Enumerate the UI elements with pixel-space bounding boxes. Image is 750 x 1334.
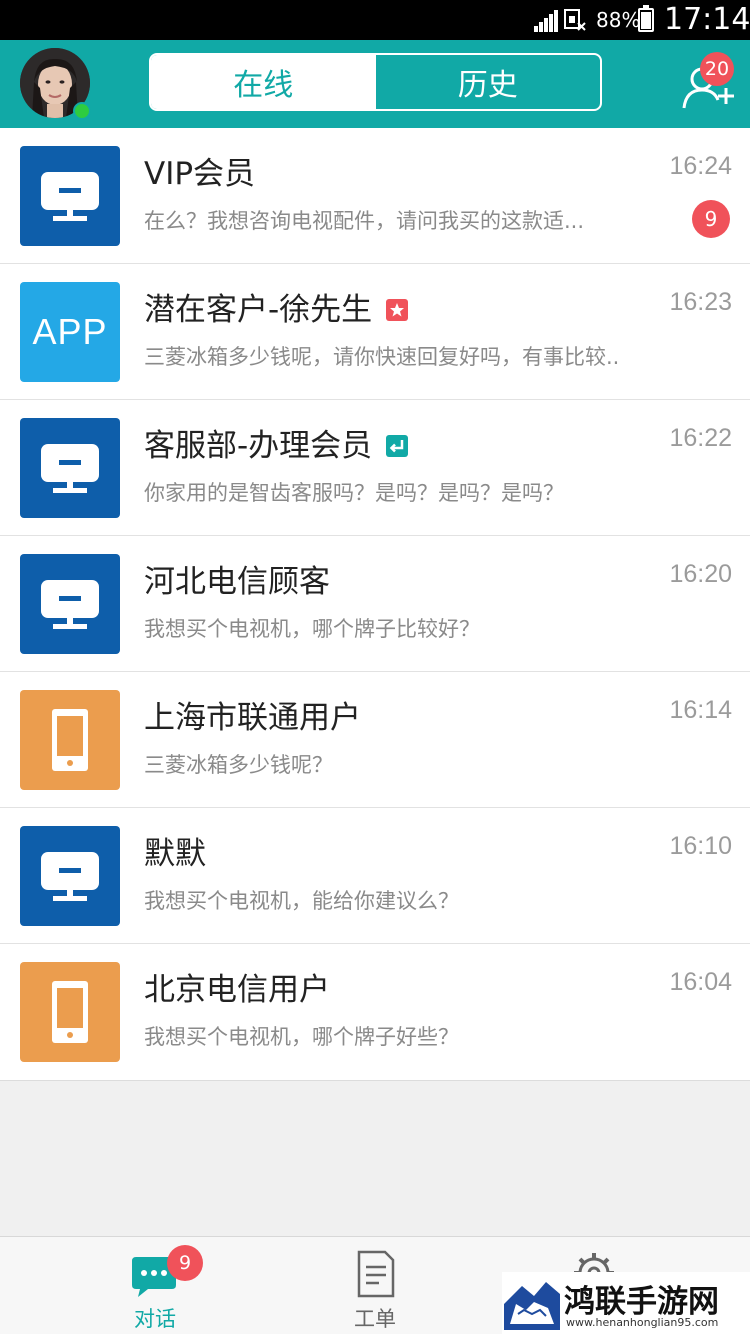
conversation-time: 16:23 bbox=[669, 288, 732, 316]
status-bar: 88% 17:14 bbox=[0, 0, 750, 40]
battery-percent: 88% bbox=[596, 8, 641, 32]
conversation-preview: 你家用的是智齿客服吗？是吗？是吗？是吗？ bbox=[144, 481, 564, 505]
conversation-title: 上海市联通用户 bbox=[144, 700, 361, 736]
conversation-row[interactable]: VIP会员 16:24 在么？我想咨询电视配件，请问我买的这款适... 9 bbox=[0, 128, 750, 264]
nav-item-chat[interactable]: 9 对话 bbox=[80, 1237, 230, 1334]
conversation-time: 16:10 bbox=[669, 832, 732, 860]
online-status-dot bbox=[73, 102, 91, 120]
unread-badge: 9 bbox=[692, 200, 730, 238]
conversation-title: 默默 bbox=[144, 836, 206, 872]
chat-unread-badge: 9 bbox=[167, 1245, 203, 1281]
battery-icon bbox=[638, 5, 654, 32]
signal-icon bbox=[534, 10, 560, 32]
watermark: 鸿联手游网 www.henanhonglian95.com bbox=[502, 1272, 750, 1334]
conversation-time: 16:20 bbox=[669, 560, 732, 588]
watermark-logo bbox=[504, 1278, 560, 1330]
watermark-url: www.henanhonglian95.com bbox=[566, 1316, 719, 1329]
tab-online[interactable]: 在线 bbox=[151, 55, 376, 109]
app-header: 在线 历史 20 bbox=[0, 40, 750, 128]
monitor-icon bbox=[20, 146, 120, 246]
conversation-title: 潜在客户-徐先生 bbox=[144, 290, 409, 330]
add-user-badge: 20 bbox=[700, 52, 734, 86]
star-tag-icon bbox=[386, 299, 409, 321]
monitor-icon bbox=[20, 554, 120, 654]
conversation-list: VIP会员 16:24 在么？我想咨询电视配件，请问我买的这款适... 9 AP… bbox=[0, 128, 750, 1081]
conversation-row[interactable]: 客服部-办理会员 16:22 你家用的是智齿客服吗？是吗？是吗？是吗？ bbox=[0, 400, 750, 536]
conversation-preview: 三菱冰箱多少钱呢，请你快速回复好吗，有事比较.. bbox=[144, 345, 620, 369]
conversation-title: 北京电信用户 bbox=[144, 972, 330, 1008]
conversation-time: 16:04 bbox=[669, 968, 732, 996]
sim-icon bbox=[564, 9, 586, 31]
conversation-row[interactable]: 上海市联通用户 16:14 三菱冰箱多少钱呢？ bbox=[0, 672, 750, 808]
conversation-row[interactable]: APP 潜在客户-徐先生 16:23 三菱冰箱多少钱呢，请你快速回复好吗，有事比… bbox=[0, 264, 750, 400]
conversation-preview: 我想买个电视机，能给你建议么？ bbox=[144, 889, 459, 913]
enter-tag-icon bbox=[386, 435, 409, 457]
conversation-row[interactable]: 北京电信用户 16:04 我想买个电视机，哪个牌子好些？ bbox=[0, 944, 750, 1080]
conversation-preview: 我想买个电视机，哪个牌子比较好？ bbox=[144, 617, 480, 641]
clock: 17:14 bbox=[664, 2, 750, 37]
conversation-time: 16:24 bbox=[669, 152, 732, 180]
nav-item-ticket[interactable]: 工单 bbox=[300, 1237, 450, 1334]
conversation-title: 河北电信顾客 bbox=[144, 564, 330, 600]
conversation-preview: 在么？我想咨询电视配件，请问我买的这款适... bbox=[144, 209, 585, 233]
mobile-icon bbox=[20, 962, 120, 1062]
nav-label: 工单 bbox=[354, 1307, 396, 1331]
conversation-preview: 我想买个电视机，哪个牌子好些？ bbox=[144, 1025, 459, 1049]
monitor-icon bbox=[20, 418, 120, 518]
conversation-title: VIP会员 bbox=[144, 156, 256, 192]
tab-switcher: 在线 历史 bbox=[149, 53, 602, 111]
tab-history[interactable]: 历史 bbox=[376, 55, 601, 109]
mobile-icon bbox=[20, 690, 120, 790]
watermark-title: 鸿联手游网 bbox=[564, 1284, 719, 1320]
app-icon: APP bbox=[20, 282, 120, 382]
conversation-time: 16:22 bbox=[669, 424, 732, 452]
monitor-icon bbox=[20, 826, 120, 926]
conversation-row[interactable]: 河北电信顾客 16:20 我想买个电视机，哪个牌子比较好？ bbox=[0, 536, 750, 672]
conversation-title: 客服部-办理会员 bbox=[144, 426, 409, 466]
document-icon bbox=[357, 1250, 395, 1298]
conversation-row[interactable]: 默默 16:10 我想买个电视机，能给你建议么？ bbox=[0, 808, 750, 944]
conversation-preview: 三菱冰箱多少钱呢？ bbox=[144, 753, 333, 777]
app-icon-label: APP bbox=[32, 311, 108, 352]
conversation-time: 16:14 bbox=[669, 696, 732, 724]
nav-label: 对话 bbox=[134, 1307, 176, 1331]
